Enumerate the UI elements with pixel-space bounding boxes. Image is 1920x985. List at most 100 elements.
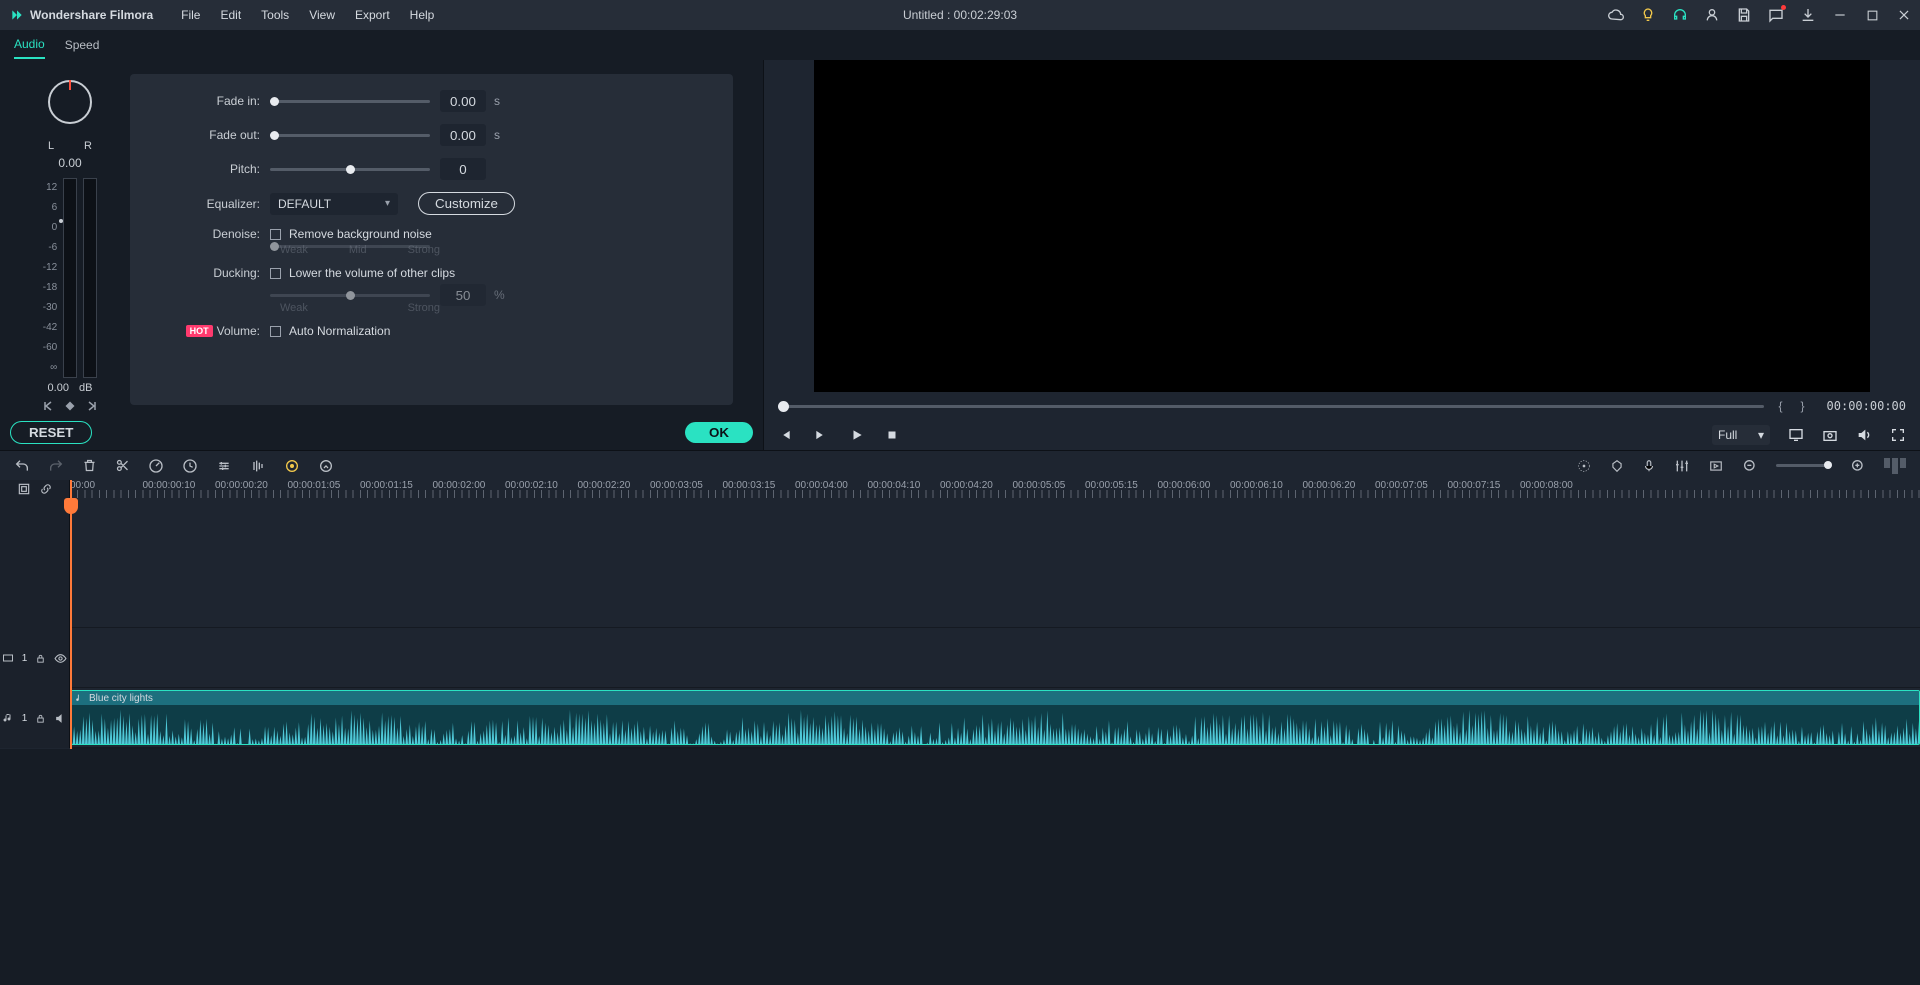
track-manage-icon[interactable] (17, 482, 31, 496)
redo-icon[interactable] (48, 458, 64, 474)
fullscreen-icon[interactable] (1890, 427, 1906, 443)
lightbulb-icon[interactable] (1640, 7, 1656, 23)
green-screen-icon[interactable] (318, 458, 334, 474)
preview-time: 00:00:00:00 (1827, 399, 1906, 413)
headphones-icon[interactable] (1672, 7, 1688, 23)
split-icon[interactable] (115, 458, 130, 473)
reset-button[interactable]: RESET (10, 421, 92, 444)
lock-icon[interactable] (35, 713, 46, 724)
balance-left-label: L (48, 140, 54, 152)
fade-out-slider[interactable] (270, 134, 430, 137)
zoom-slider[interactable] (1776, 464, 1832, 467)
balance-value: 0.00 (58, 156, 81, 170)
menu-view[interactable]: View (301, 4, 343, 26)
audio-mixer-icon[interactable] (1674, 458, 1690, 474)
save-icon[interactable] (1736, 7, 1752, 23)
equalizer-select[interactable]: DEFAULT▾ (270, 193, 398, 215)
play-icon[interactable] (850, 428, 864, 442)
pitch-label: Pitch: (150, 162, 270, 176)
add-media-icon[interactable] (1708, 459, 1724, 473)
audio-track-1[interactable]: 1 Blue city lights (0, 688, 1920, 748)
audio-detach-icon[interactable] (250, 458, 266, 474)
download-icon[interactable] (1800, 7, 1816, 23)
balance-knob[interactable] (40, 80, 100, 140)
user-icon[interactable] (1704, 7, 1720, 23)
vu-next-icon[interactable] (86, 400, 98, 412)
timeline-toolbar (0, 450, 1920, 480)
step-back-icon[interactable] (778, 428, 792, 442)
step-forward-icon[interactable] (814, 428, 828, 442)
preview-viewport (814, 60, 1870, 392)
vu-value: 0.00 (48, 382, 69, 394)
menu-help[interactable]: Help (402, 4, 443, 26)
customize-button[interactable]: Customize (418, 192, 515, 215)
close-icon[interactable] (1896, 7, 1912, 23)
pitch-value[interactable] (440, 158, 486, 180)
cloud-icon[interactable] (1608, 7, 1624, 23)
app-name: Wondershare Filmora (30, 8, 153, 22)
playhead[interactable] (70, 480, 72, 749)
editor-tabs: Audio Speed (0, 30, 1920, 60)
message-icon[interactable] (1768, 7, 1784, 23)
mark-in-icon[interactable]: { (1774, 399, 1786, 413)
preview-pane: { } 00:00:00:00 Full▾ (763, 60, 1920, 450)
ducking-label: Ducking: (150, 266, 270, 280)
fade-in-value[interactable] (440, 90, 486, 112)
audio-clip[interactable]: Blue city lights (70, 690, 1920, 745)
marker-icon[interactable] (1610, 458, 1624, 474)
eye-icon[interactable] (54, 652, 67, 665)
display-icon[interactable] (1788, 427, 1804, 443)
tab-speed[interactable]: Speed (65, 32, 100, 58)
undo-icon[interactable] (14, 458, 30, 474)
stop-icon[interactable] (886, 429, 898, 441)
ducking-checkbox[interactable] (270, 268, 281, 279)
menu-file[interactable]: File (173, 4, 208, 26)
menu-edit[interactable]: Edit (212, 4, 249, 26)
zoom-fit-icon[interactable] (1884, 458, 1906, 474)
delete-icon[interactable] (82, 458, 97, 473)
minimize-icon[interactable] (1832, 7, 1848, 23)
timeline-empty-area[interactable] (0, 498, 1920, 628)
volume-label: Volume: (217, 324, 260, 338)
timeline-bottom-area[interactable] (0, 748, 1920, 749)
chevron-down-icon: ▾ (1758, 428, 1764, 442)
snapshot-icon[interactable] (1822, 427, 1838, 443)
denoise-checkbox[interactable] (270, 229, 281, 240)
filmora-logo-icon (10, 8, 24, 22)
pitch-slider[interactable] (270, 168, 430, 171)
vu-keyframe-icon[interactable] (64, 400, 76, 412)
render-icon[interactable] (1576, 458, 1592, 474)
menu-tools[interactable]: Tools (253, 4, 297, 26)
ducking-slider (270, 294, 430, 297)
maximize-icon[interactable] (1864, 7, 1880, 23)
balance-meter-column: LR 0.00 1260-6-12-18-30-42-60∞ 0.00dB (10, 70, 130, 415)
audio-track-number: 1 (22, 713, 28, 724)
hot-badge: HOT (186, 325, 213, 337)
quality-select[interactable]: Full▾ (1712, 425, 1770, 445)
vu-prev-icon[interactable] (42, 400, 54, 412)
waveform (71, 705, 1919, 745)
fade-in-slider[interactable] (270, 100, 430, 103)
mark-out-icon[interactable]: } (1797, 399, 1809, 413)
fade-out-value[interactable] (440, 124, 486, 146)
crop-icon[interactable] (182, 458, 198, 474)
preview-scrubber[interactable] (778, 405, 1764, 408)
record-voiceover-icon[interactable] (1642, 458, 1656, 474)
volume-icon[interactable] (1856, 427, 1872, 443)
link-tracks-icon[interactable] (39, 482, 53, 496)
lock-icon[interactable] (35, 653, 46, 664)
auto-normalization-checkbox[interactable] (270, 326, 281, 337)
menu-export[interactable]: Export (347, 4, 398, 26)
music-note-icon (75, 693, 85, 703)
zoom-in-icon[interactable] (1850, 458, 1866, 474)
ok-button[interactable]: OK (685, 422, 753, 443)
timeline-ruler[interactable]: 00:0000:00:00:1000:00:00:2000:00:01:0500… (70, 480, 1920, 498)
speed-icon[interactable] (148, 458, 164, 474)
equalizer-label: Equalizer: (150, 197, 270, 211)
adjust-icon[interactable] (216, 458, 232, 474)
color-icon[interactable] (284, 458, 300, 474)
tab-audio[interactable]: Audio (14, 31, 45, 59)
video-track-1[interactable]: 1 (0, 628, 1920, 688)
zoom-out-icon[interactable] (1742, 458, 1758, 474)
mute-icon[interactable] (54, 712, 67, 725)
